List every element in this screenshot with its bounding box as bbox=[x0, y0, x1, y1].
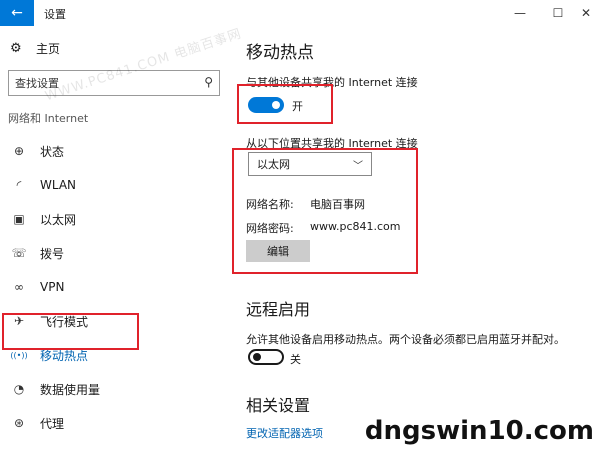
sidebar-item-label: 以太网 bbox=[40, 212, 77, 227]
ethernet-icon: ▣ bbox=[13, 212, 25, 226]
section-label: 网络和 Internet bbox=[8, 112, 89, 125]
remote-description: 允许其他设备启用移动热点。两个设备必须都已启用蓝牙并配对。 bbox=[246, 333, 565, 346]
data-usage-icon: ◔ bbox=[13, 382, 25, 396]
toggle-knob bbox=[253, 353, 261, 361]
hotspot-highlight-box bbox=[2, 313, 139, 350]
sidebar-home-label: 主页 bbox=[36, 42, 61, 56]
toggle-highlight-box bbox=[237, 84, 333, 124]
remote-toggle-state: 关 bbox=[290, 353, 301, 366]
remote-title: 远程启用 bbox=[246, 300, 311, 319]
main-content: 移动热点 与其他设备共享我的 Internet 连接 开 从以下位置共享我的 I… bbox=[228, 26, 600, 450]
sidebar-item-vpn[interactable]: ∞ VPN bbox=[0, 270, 228, 304]
adapter-options-link[interactable]: 更改适配器选项 bbox=[246, 425, 323, 441]
sidebar-item-label: 数据使用量 bbox=[40, 382, 101, 397]
sidebar-item-dialup[interactable]: ☏ 拨号 bbox=[0, 236, 228, 270]
sidebar-item-ethernet[interactable]: ▣ 以太网 bbox=[0, 202, 228, 236]
wifi-icon: ◜ bbox=[16, 178, 22, 192]
sidebar-item-label: 代理 bbox=[40, 416, 65, 431]
page-title: 移动热点 bbox=[246, 43, 314, 63]
sidebar: ⚙ 主页 查找设置 ⚲ 网络和 Internet ⊕ 状态 ◜ WLAN ▣ 以… bbox=[0, 26, 228, 450]
window-title: 设置 bbox=[44, 8, 66, 21]
search-icon: ⚲ bbox=[204, 75, 213, 89]
sidebar-item-status[interactable]: ⊕ 状态 bbox=[0, 134, 228, 168]
sidebar-home[interactable]: ⚙ 主页 bbox=[10, 40, 60, 57]
hotspot-icon: ((•)) bbox=[10, 350, 28, 360]
sidebar-item-proxy[interactable]: ⊛ 代理 bbox=[0, 406, 228, 440]
minimize-button[interactable]: — bbox=[500, 0, 540, 26]
sidebar-item-label: 拨号 bbox=[40, 246, 65, 261]
watermark-logo: dngswin10.com bbox=[364, 416, 594, 446]
sidebar-item-data-usage[interactable]: ◔ 数据使用量 bbox=[0, 372, 228, 406]
globe-icon: ⊕ bbox=[13, 144, 25, 158]
proxy-icon: ⊛ bbox=[13, 416, 25, 430]
title-bar: ← 设置 — ☐ ✕ bbox=[0, 0, 600, 26]
back-arrow-icon: ← bbox=[11, 5, 23, 21]
sidebar-item-wlan[interactable]: ◜ WLAN bbox=[0, 168, 228, 202]
remote-toggle[interactable] bbox=[248, 349, 284, 365]
close-button[interactable]: ✕ bbox=[566, 0, 600, 26]
gear-icon: ⚙ bbox=[10, 41, 22, 56]
details-highlight-box bbox=[232, 148, 418, 274]
vpn-icon: ∞ bbox=[14, 280, 24, 294]
sidebar-item-label: VPN bbox=[40, 280, 65, 294]
sidebar-item-label: WLAN bbox=[40, 178, 77, 192]
related-title: 相关设置 bbox=[246, 396, 311, 415]
sidebar-item-label: 状态 bbox=[40, 144, 65, 159]
back-button[interactable]: ← bbox=[0, 0, 34, 26]
phone-icon: ☏ bbox=[11, 246, 27, 260]
